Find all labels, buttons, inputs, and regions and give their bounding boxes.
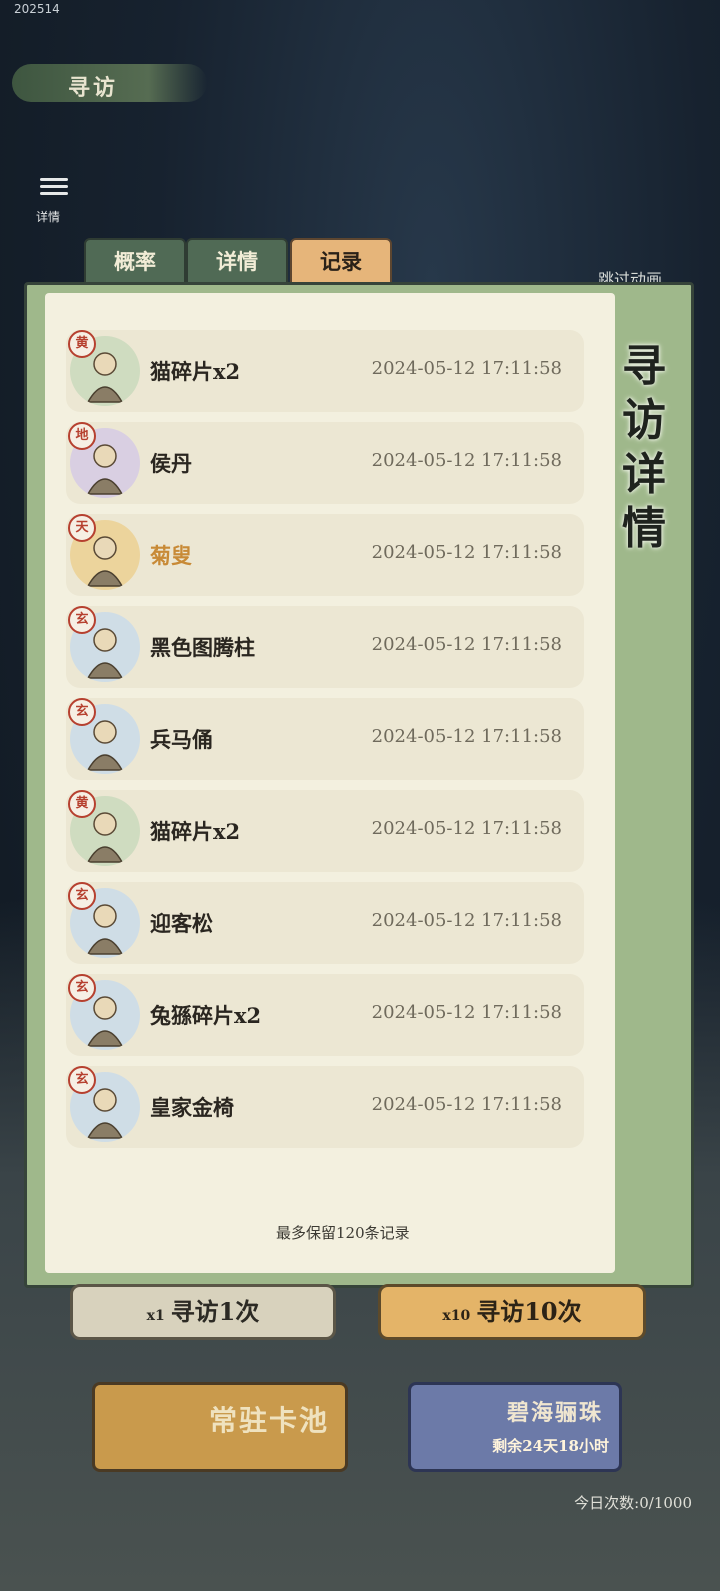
page-title: 寻访 — [68, 75, 119, 101]
record-row: 黄猫碎片x2 2024-05-12 17:11:58 — [66, 330, 584, 412]
record-name: 皇家金椅 — [150, 1095, 234, 1120]
limited-pool-remaining: 剩余24天18小时 — [492, 1437, 609, 1455]
tab-details[interactable]: 详情 — [186, 238, 288, 286]
record-time: 2024-05-12 17:11:58 — [371, 450, 562, 471]
rarity-badge: 玄 — [68, 698, 96, 726]
tab-records[interactable]: 记录 — [290, 238, 392, 286]
header-tab: 寻访 — [12, 64, 207, 102]
record-row: 地侯丹 2024-05-12 17:11:58 — [66, 422, 584, 504]
record-row: 黄猫碎片x2 2024-05-12 17:11:58 — [66, 790, 584, 872]
record-name: 黑色图腾柱 — [150, 635, 255, 660]
record-name: 猫碎片x2 — [150, 359, 241, 384]
daily-count: 今日次数:0/1000 — [574, 1494, 692, 1512]
records-footer-note: 最多保留120条记录 — [276, 1224, 410, 1242]
record-row: 玄黑色图腾柱 2024-05-12 17:11:58 — [66, 606, 584, 688]
limited-pool-label: 碧海骊珠 — [506, 1400, 603, 1426]
draw-one-label: 寻访1次 — [170, 1297, 260, 1326]
build-id: 202514 — [14, 2, 60, 16]
menu-icon — [40, 178, 68, 196]
record-time: 2024-05-12 17:11:58 — [371, 818, 562, 839]
record-name: 迎客松 — [150, 911, 213, 936]
rarity-badge: 玄 — [68, 974, 96, 1002]
details-menu-label: 详情 — [36, 210, 61, 224]
record-row: 天菊叟 2024-05-12 17:11:58 — [66, 514, 584, 596]
rarity-badge: 玄 — [68, 606, 96, 634]
rarity-badge: 地 — [68, 422, 96, 450]
tab-probability[interactable]: 概率 — [84, 238, 186, 286]
details-menu-button[interactable]: 详情 — [32, 174, 76, 228]
limited-pool-button[interactable]: 碧海骊珠 剩余24天18小时 — [408, 1382, 622, 1472]
record-row: 玄兵马俑 2024-05-12 17:11:58 — [66, 698, 584, 780]
draw-ten-button[interactable]: x10 寻访10次 — [378, 1284, 646, 1340]
record-name: 兔猻碎片x2 — [150, 1003, 262, 1028]
record-time: 2024-05-12 17:11:58 — [371, 542, 562, 563]
record-row: 玄兔猻碎片x2 2024-05-12 17:11:58 — [66, 974, 584, 1056]
records-list[interactable]: 黄猫碎片x2 2024-05-12 17:11:58 地侯丹 2024-05-12 1… — [66, 330, 584, 1196]
record-time: 2024-05-12 17:11:58 — [371, 1094, 562, 1115]
record-time: 2024-05-12 17:11:58 — [371, 634, 562, 655]
rarity-badge: 黄 — [68, 790, 96, 818]
rarity-badge: 天 — [68, 514, 96, 542]
draw-ten-count: x10 — [442, 1308, 471, 1324]
record-row: 玄皇家金椅 2024-05-12 17:11:58 — [66, 1066, 584, 1148]
record-name: 菊叟 — [150, 543, 192, 568]
draw-one-count: x1 — [146, 1308, 165, 1324]
side-title: 寻访详情 — [622, 341, 666, 554]
draw-one-button[interactable]: x1 寻访1次 — [70, 1284, 336, 1340]
record-row: 玄迎客松 2024-05-12 17:11:58 — [66, 882, 584, 964]
record-time: 2024-05-12 17:11:58 — [371, 910, 562, 931]
record-time: 2024-05-12 17:11:58 — [371, 358, 562, 379]
standard-pool-button[interactable]: 常驻卡池 — [92, 1382, 348, 1472]
draw-ten-label: 寻访10次 — [476, 1297, 582, 1326]
rarity-badge: 玄 — [68, 1066, 96, 1094]
record-name: 兵马俑 — [150, 727, 213, 752]
rarity-badge: 玄 — [68, 882, 96, 910]
record-name: 侯丹 — [150, 451, 192, 476]
rarity-badge: 黄 — [68, 330, 96, 358]
record-time: 2024-05-12 17:11:58 — [371, 726, 562, 747]
standard-pool-label: 常驻卡池 — [208, 1404, 329, 1437]
record-time: 2024-05-12 17:11:58 — [371, 1002, 562, 1023]
record-name: 猫碎片x2 — [150, 819, 241, 844]
